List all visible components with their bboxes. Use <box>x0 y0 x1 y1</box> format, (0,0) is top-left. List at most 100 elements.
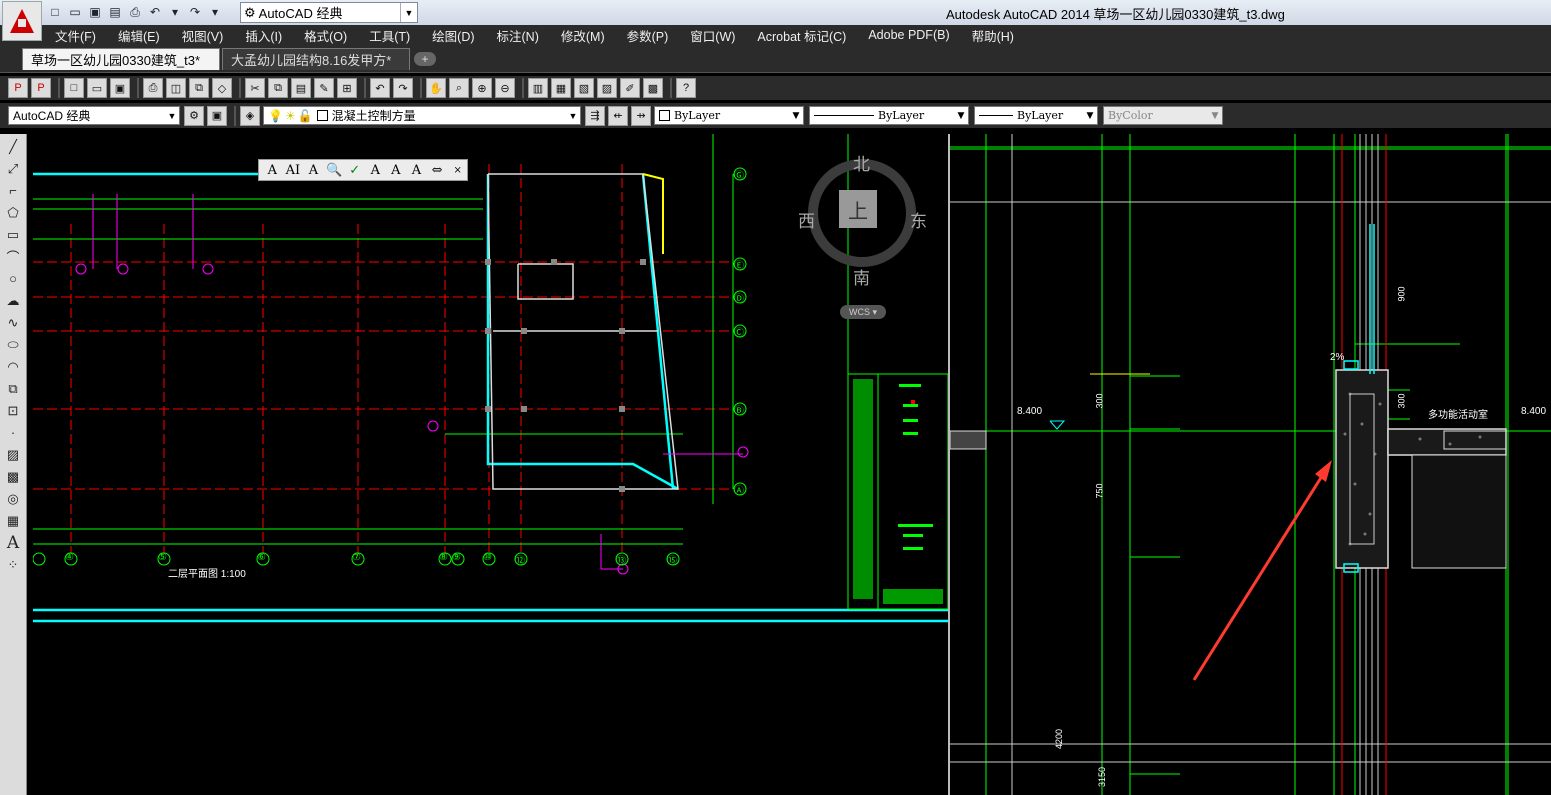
revision-cloud-icon[interactable]: ☁ <box>2 291 24 310</box>
open-icon[interactable]: ▭ <box>87 78 107 98</box>
viewport-section-detail[interactable]: 8.400 8.400 多功能活动室 2% 300 750 300 900 42… <box>950 134 1551 795</box>
zoom-realtime-icon[interactable]: ⌕ <box>449 78 469 98</box>
menu-format[interactable]: 格式(O) <box>304 26 347 45</box>
new-icon[interactable]: □ <box>46 3 64 21</box>
color-combo[interactable]: ByLayer ▼ <box>654 106 804 125</box>
customize-icon[interactable]: ▣ <box>207 105 227 126</box>
text-style-icon[interactable]: A <box>366 161 385 179</box>
spell-check-icon[interactable]: ✓ <box>345 161 364 179</box>
convert-space-icon[interactable]: ⇔ <box>428 161 447 179</box>
multiline-text-icon[interactable]: A <box>263 161 282 179</box>
menu-tools[interactable]: 工具(T) <box>369 26 410 45</box>
ucs-menu-button[interactable]: WCS ▾ <box>840 305 886 319</box>
undo-icon[interactable]: ↶ <box>370 78 390 98</box>
menu-insert[interactable]: 插入(I) <box>245 26 282 45</box>
layer-properties-icon[interactable]: ◈ <box>240 105 260 126</box>
spline-icon[interactable]: ∿ <box>2 313 24 332</box>
gradient-icon[interactable]: ▩ <box>2 467 24 486</box>
3d-dwf-icon[interactable]: ◇ <box>212 78 232 98</box>
workspace-settings-icon[interactable]: ⚙ <box>184 105 204 126</box>
ellipse-arc-icon[interactable]: ◠ <box>2 357 24 376</box>
workspace-combo[interactable]: AutoCAD 经典 ▼ <box>8 106 180 125</box>
properties-icon[interactable]: ▥ <box>528 78 548 98</box>
add-selected-icon[interactable]: ⁘ <box>2 555 24 574</box>
region-icon[interactable]: ◎ <box>2 489 24 508</box>
menu-draw[interactable]: 绘图(D) <box>432 26 474 45</box>
layer-state-icon[interactable]: ⇸ <box>631 105 651 126</box>
scale-text-icon[interactable]: A <box>387 161 406 179</box>
file-tab-inactive[interactable]: 大孟幼儿园结构8.16发甲方* <box>222 48 410 70</box>
compass-south[interactable]: 南 <box>853 264 870 289</box>
plot-icon[interactable]: ⎙ <box>143 78 163 98</box>
pdf-icon[interactable]: P <box>8 78 28 98</box>
pan-icon[interactable]: ✋ <box>426 78 446 98</box>
viewcube-top-face[interactable]: 上 <box>839 190 877 228</box>
find-icon[interactable]: 🔍 <box>325 161 344 179</box>
rectangle-icon[interactable]: ▭ <box>2 225 24 244</box>
design-center-icon[interactable]: ▦ <box>551 78 571 98</box>
application-menu-button[interactable] <box>2 1 42 41</box>
markup-icon[interactable]: ✐ <box>620 78 640 98</box>
make-layer-current-icon[interactable]: ⇶ <box>585 105 605 126</box>
menu-help[interactable]: 帮助(H) <box>972 26 1014 45</box>
polyline-icon[interactable]: ⌐ <box>2 181 24 200</box>
close-icon[interactable]: × <box>448 161 467 179</box>
circle-icon[interactable]: ○ <box>2 269 24 288</box>
viewport-floor-plan[interactable]: ④ ⑤ ⑥ ⑦ ⑧ ⑨ ⑩ ⑫ ⑬ ⑮ Ⓖ Ⓔ Ⓓ Ⓒ Ⓑ Ⓐ 二层平面图 1:… <box>33 134 950 795</box>
workspace-select[interactable]: ⚙ AutoCAD 经典 ▼ <box>240 2 418 23</box>
menu-window[interactable]: 窗口(W) <box>690 26 735 45</box>
copy-icon[interactable]: ⧉ <box>268 78 288 98</box>
pdf-export-icon[interactable]: P <box>31 78 51 98</box>
menu-modify[interactable]: 修改(M) <box>561 26 605 45</box>
save-icon[interactable]: ▣ <box>110 78 130 98</box>
justify-text-icon[interactable]: A <box>407 161 426 179</box>
viewcube[interactable]: 上 北 南 西 东 WCS ▾ <box>798 154 927 334</box>
arc-icon[interactable]: ⌒ <box>2 247 24 266</box>
menu-parametric[interactable]: 参数(P) <box>627 26 669 45</box>
save-icon[interactable]: ▣ <box>86 3 104 21</box>
open-icon[interactable]: ▭ <box>66 3 84 21</box>
redo-icon[interactable]: ↷ <box>393 78 413 98</box>
construction-line-icon[interactable]: ⤢ <box>2 159 24 178</box>
point-icon[interactable]: · <box>2 423 24 442</box>
undo-icon[interactable]: ↶ <box>146 3 164 21</box>
line-icon[interactable]: ╱ <box>2 137 24 156</box>
menu-edit[interactable]: 编辑(E) <box>118 26 160 45</box>
edit-text-icon[interactable]: A <box>304 161 323 179</box>
match-properties-icon[interactable]: ✎ <box>314 78 334 98</box>
layer-combo[interactable]: 💡 ☀ 🔓 混凝土控制方量 ▼ <box>263 106 581 125</box>
insert-block-icon[interactable]: ⧉ <box>2 379 24 398</box>
plot-preview-icon[interactable]: ◫ <box>166 78 186 98</box>
publish-icon[interactable]: ⧉ <box>189 78 209 98</box>
hatch-icon[interactable]: ▨ <box>2 445 24 464</box>
compass-east[interactable]: 东 <box>910 207 927 232</box>
undo-dropdown-icon[interactable]: ▾ <box>166 3 184 21</box>
sheet-set-icon[interactable]: ▨ <box>597 78 617 98</box>
compass-west[interactable]: 西 <box>798 207 815 232</box>
polygon-icon[interactable]: ⬠ <box>2 203 24 222</box>
new-tab-button[interactable]: + <box>414 52 436 66</box>
menu-file[interactable]: 文件(F) <box>55 26 96 45</box>
cut-icon[interactable]: ✂ <box>245 78 265 98</box>
menu-adobe-pdf[interactable]: Adobe PDF(B) <box>868 28 949 42</box>
menu-view[interactable]: 视图(V) <box>182 26 224 45</box>
make-block-icon[interactable]: ⊡ <box>2 401 24 420</box>
drawing-canvas[interactable]: ④ ⑤ ⑥ ⑦ ⑧ ⑨ ⑩ ⑫ ⑬ ⑮ Ⓖ Ⓔ Ⓓ Ⓒ Ⓑ Ⓐ 二层平面图 1:… <box>33 134 1551 795</box>
multiline-text-icon[interactable]: A <box>2 533 24 553</box>
single-line-text-icon[interactable]: AI <box>284 161 303 179</box>
tool-palettes-icon[interactable]: ▧ <box>574 78 594 98</box>
plot-icon[interactable]: ⎙ <box>126 3 144 21</box>
linetype-combo[interactable]: ByLayer ▼ <box>809 106 969 125</box>
redo-dropdown-icon[interactable]: ▾ <box>206 3 224 21</box>
zoom-previous-icon[interactable]: ⊖ <box>495 78 515 98</box>
quickcalc-icon[interactable]: ▩ <box>643 78 663 98</box>
menu-dimension[interactable]: 标注(N) <box>497 26 539 45</box>
lineweight-combo[interactable]: ByLayer ▼ <box>974 106 1098 125</box>
block-editor-icon[interactable]: ⊞ <box>337 78 357 98</box>
layer-previous-icon[interactable]: ⇷ <box>608 105 628 126</box>
menu-acrobat[interactable]: Acrobat 标记(C) <box>757 26 846 45</box>
new-icon[interactable]: □ <box>64 78 84 98</box>
table-icon[interactable]: ▦ <box>2 511 24 530</box>
zoom-window-icon[interactable]: ⊕ <box>472 78 492 98</box>
compass-north[interactable]: 北 <box>853 150 870 175</box>
